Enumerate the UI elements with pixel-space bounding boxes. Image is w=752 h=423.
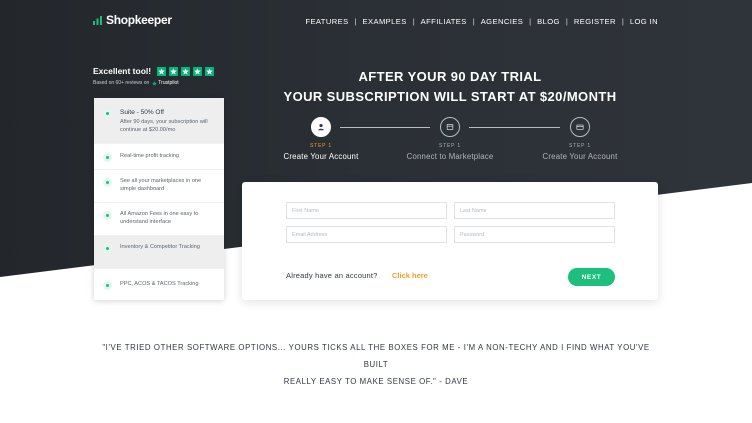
step-2-number: STEP 1: [439, 143, 461, 149]
card-icon: [576, 124, 584, 130]
step-2-label: Connect to Marketplace: [406, 152, 494, 161]
step-3-number: STEP 1: [569, 143, 591, 149]
trustpilot-brand: Trustpilot: [152, 80, 179, 86]
bar-chart-icon: [93, 16, 102, 25]
nav-agencies[interactable]: AGENCIES: [481, 17, 523, 26]
step-1-number: STEP 1: [310, 143, 332, 149]
nav-divider: |: [621, 17, 624, 26]
trustpilot-widget[interactable]: Excellent tool! Based on 60+ reviews on …: [93, 66, 215, 86]
search-icon: [103, 153, 112, 162]
feature-text: Inventory & Competitor Tracking: [120, 244, 200, 250]
star-icon: [169, 66, 179, 76]
step-connector: [340, 127, 430, 128]
feature-item-inventory: Inventory & Competitor Tracking: [94, 236, 224, 269]
trustpilot-title: Excellent tool!: [93, 66, 152, 76]
brand-name: Shopkeeper: [106, 13, 172, 27]
trustpilot-subtitle: Based on 60+ reviews on: [93, 80, 150, 86]
step-2-circle: [440, 117, 460, 137]
nav-divider: |: [565, 17, 568, 26]
step-1-circle: [311, 117, 331, 137]
feature-item-profit: Real-time profit tracking: [94, 144, 224, 170]
nav-register[interactable]: REGISTER: [574, 17, 616, 26]
user-icon: [318, 123, 324, 131]
step-3-label: Create Your Account: [542, 152, 618, 161]
feature-item-marketplaces: See all your marketplaces in one simple …: [94, 170, 224, 203]
password-field[interactable]: [454, 226, 615, 243]
gear-icon: [103, 178, 112, 187]
heading-line-1: AFTER YOUR 90 DAY TRIAL: [358, 69, 542, 84]
signup-form-card: Already have an account? Click here NEXT: [242, 182, 658, 300]
fees-icon: [103, 211, 112, 220]
nav-divider: |: [412, 17, 415, 26]
last-name-field[interactable]: [454, 202, 615, 219]
nav-affiliates[interactable]: AFFILIATES: [421, 17, 467, 26]
next-button[interactable]: NEXT: [568, 268, 615, 286]
star-icon: [193, 66, 203, 76]
nav-divider: |: [529, 17, 532, 26]
first-name-field[interactable]: [286, 202, 447, 219]
feature-list-card: Suite - 50% Off After 90 days, your subs…: [94, 98, 224, 300]
quote-line-2: REALLY EASY TO MAKE SENSE OF." - DAVE: [283, 377, 469, 386]
account-prompt: Already have an account?: [286, 271, 378, 280]
tag-icon: [103, 109, 112, 118]
step-connector: [469, 127, 560, 128]
page: Shopkeeper FEATURES | EXAMPLES | AFFILIA…: [0, 0, 752, 423]
star-icon: [181, 66, 191, 76]
feature-description: After 90 days, your subscription will co…: [120, 119, 208, 133]
nav-examples[interactable]: EXAMPLES: [363, 17, 407, 26]
brand-logo[interactable]: Shopkeeper: [93, 13, 172, 27]
quote-line-1: "I'VE TRIED OTHER SOFTWARE OPTIONS... YO…: [102, 343, 650, 369]
feature-text: PPC, ACOS & TACOS Tracking: [120, 281, 199, 287]
page-heading: AFTER YOUR 90 DAY TRIAL YOUR SUBSCRIPTIO…: [242, 67, 658, 107]
top-navigation: FEATURES | EXAMPLES | AFFILIATES | AGENC…: [305, 17, 658, 26]
feature-item-suite: Suite - 50% Off After 90 days, your subs…: [94, 98, 224, 144]
trustpilot-brand-name: Trustpilot: [158, 80, 179, 86]
inventory-icon: [103, 244, 112, 253]
star-icon: [157, 66, 167, 76]
login-link[interactable]: Click here: [392, 271, 428, 280]
nav-features[interactable]: FEATURES: [305, 17, 348, 26]
heading-line-2: YOUR SUBSCRIPTION WILL START AT $20/MONT…: [283, 89, 617, 104]
testimonial-quote: "I'VE TRIED OTHER SOFTWARE OPTIONS... YO…: [96, 339, 656, 390]
feature-item-fees: All Amazon Fees in one easy to understan…: [94, 203, 224, 236]
feature-title: Suite - 50% Off: [120, 109, 164, 116]
star-icon: [205, 66, 215, 76]
nav-login[interactable]: LOG IN: [630, 17, 658, 26]
feature-text: See all your marketplaces in one simple …: [120, 178, 202, 192]
nav-divider: |: [472, 17, 475, 26]
store-icon: [446, 124, 454, 130]
email-field[interactable]: [286, 226, 447, 243]
nav-divider: |: [354, 17, 357, 26]
feature-text: All Amazon Fees in one easy to understan…: [120, 211, 199, 225]
feature-text: Real-time profit tracking: [120, 153, 180, 159]
step-1-label: Create Your Account: [283, 152, 359, 161]
step-3-circle: [570, 117, 590, 137]
info-icon: [103, 281, 112, 290]
trustpilot-star-icon: [152, 80, 158, 86]
feature-item-ppc: PPC, ACOS & TACOS Tracking: [94, 269, 224, 300]
nav-blog[interactable]: BLOG: [537, 17, 560, 26]
